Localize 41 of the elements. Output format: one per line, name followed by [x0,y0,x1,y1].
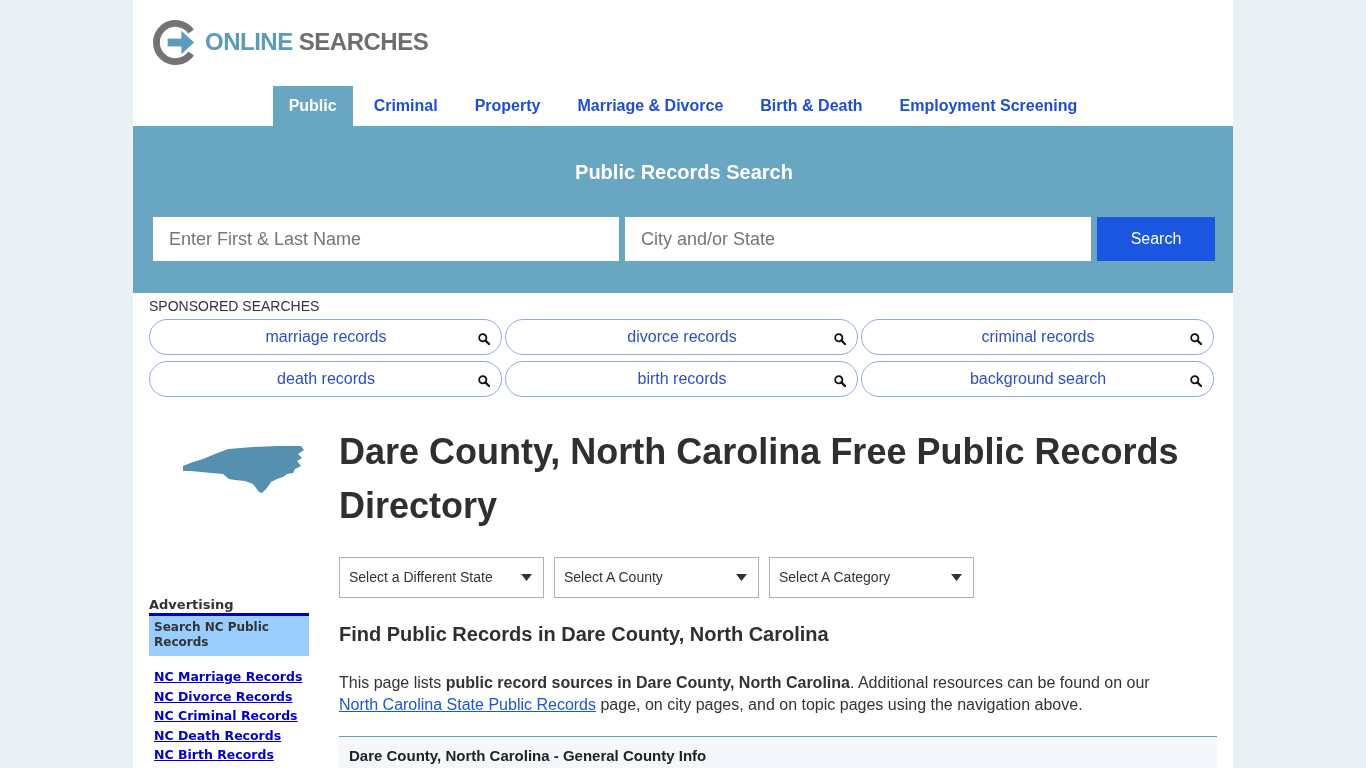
search-icon [478,332,490,345]
caret-icon [736,574,747,581]
search-icon [834,332,846,345]
sponsored-search-button[interactable]: birth records [505,361,858,397]
nav-tab[interactable]: Birth & Death [744,86,879,126]
nav-tab[interactable]: Property [458,86,557,126]
sponsored-search-button[interactable]: background search [861,361,1214,397]
sidebar-link[interactable]: NC Marriage Records [154,667,303,687]
search-icon [478,374,490,387]
caret-icon [521,574,532,581]
sponsored-search-button[interactable]: death records [149,361,502,397]
sidebar-link[interactable]: NC Divorce Records [154,686,293,706]
search-button[interactable]: Search [1097,217,1215,261]
search-title: Public Records Search [574,160,794,184]
page-title: Dare County, North Carolina Free Public Records Directory [339,430,1180,528]
search-icon [834,374,846,387]
advertising-title: Advertising [149,597,235,613]
name-field[interactable]: Enter First & Last Name [153,217,619,261]
section-heading: Find Public Records in Dare County, North Carolina [339,622,830,646]
intro-paragraph: This page lists public record sources in Dare County, North Carolina. Additional resources can be found on our North Carolina State Public Records page, on city pages, and on topic pages using the navigation above. [339,673,1151,715]
sidebar-link[interactable]: NC Criminal Records [154,706,298,726]
sponsored-search-button[interactable]: criminal records [861,319,1214,355]
dropdown[interactable]: Select A Category [769,557,974,598]
caret-icon [951,574,962,581]
nav-tab[interactable]: Criminal [357,86,454,126]
state-records-link[interactable]: North Carolina State Public Records [339,696,596,713]
nav-tab[interactable]: Employment Screening [883,86,1094,126]
sidebar-link[interactable]: NC Death Records [154,725,282,745]
sidebar-link[interactable]: NC Birth Records [154,745,274,765]
dropdown[interactable]: Select A County [554,557,759,598]
dropdown[interactable]: Select a Different State [339,557,544,598]
table-heading: Dare County, North Carolina - General County Info [349,747,707,764]
nav-tab[interactable]: Marriage & Divorce [561,86,740,126]
sponsored-search-button[interactable]: marriage records [149,319,502,355]
logo-text[interactable]: ONLINE SEARCHES [205,30,429,54]
advertising-box: Search NC Public Records [149,613,309,656]
sponsored-title: SPONSORED SEARCHES [149,298,321,314]
sponsored-search-button[interactable]: divorce records [505,319,858,355]
search-icon [1190,332,1202,345]
location-field[interactable]: City and/or State [625,217,1091,261]
search-icon [1190,374,1202,387]
